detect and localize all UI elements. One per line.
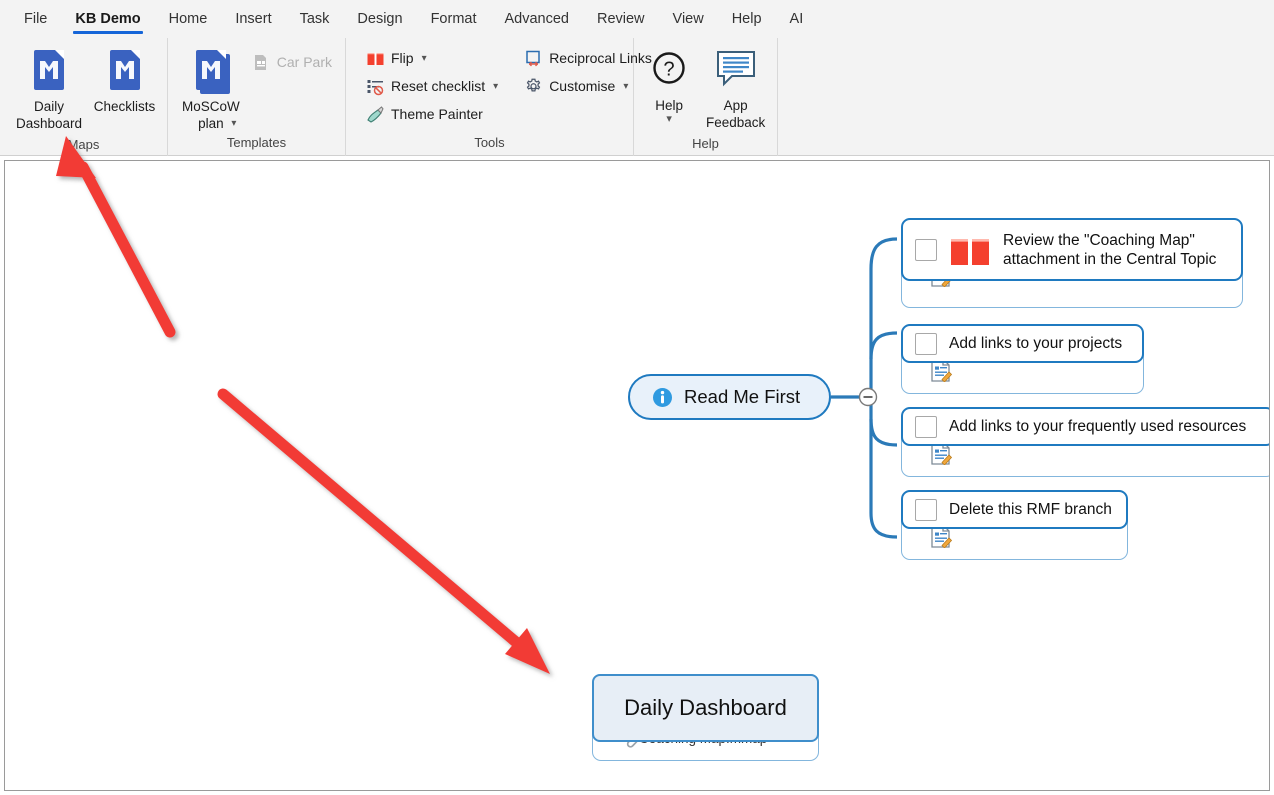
- tab-design[interactable]: Design: [343, 0, 416, 38]
- gear-icon: [524, 77, 543, 96]
- ribbon-tab-strip: File KB Demo Home Insert Task Design For…: [0, 0, 1274, 38]
- ribbon-group-help: ? Help ▾ App Feedback Help: [634, 38, 778, 156]
- mindmap-node-review-coaching-map[interactable]: Review the "Coaching Map" attachment in …: [901, 218, 1243, 308]
- open-book-icon: [949, 233, 991, 267]
- checkbox[interactable]: [915, 238, 937, 261]
- customise-label: Customise: [549, 78, 616, 94]
- reset-checklist-label: Reset checklist: [391, 78, 486, 94]
- branch-topic-label: Delete this RMF branch: [949, 501, 1112, 518]
- tab-file[interactable]: File: [10, 0, 61, 38]
- branch-topic[interactable]: Add links to your projects: [901, 324, 1144, 363]
- feedback-icon: [714, 48, 758, 93]
- branch-topic-label: Review the "Coaching Map" attachment in …: [1003, 231, 1217, 268]
- branch-topic[interactable]: Delete this RMF branch: [901, 490, 1128, 529]
- tab-label: Help: [731, 11, 762, 27]
- ribbon-group-label-templates: Templates: [226, 135, 287, 150]
- open-book-icon: [366, 49, 385, 68]
- map-document-icon: [28, 48, 70, 94]
- tab-label: AI: [789, 11, 804, 27]
- chevron-down-icon[interactable]: ▾: [666, 114, 672, 125]
- paintbrush-icon: [366, 105, 385, 124]
- mindmap-node-add-links-projects[interactable]: Add links to your projects: [901, 324, 1144, 394]
- tab-label: Advanced: [504, 11, 569, 27]
- tab-label: KB Demo: [75, 11, 141, 27]
- flip-label: Flip: [391, 50, 414, 66]
- tab-advanced[interactable]: Advanced: [490, 0, 583, 38]
- checklists-button[interactable]: Checklists: [92, 44, 157, 115]
- chevron-down-icon[interactable]: ▾: [231, 118, 236, 129]
- floating-topic[interactable]: Daily Dashboard: [592, 674, 819, 742]
- map-document-stack-icon: [190, 48, 232, 94]
- checkbox[interactable]: [915, 332, 937, 355]
- tab-label: Review: [596, 11, 645, 27]
- tab-label: Design: [357, 11, 403, 27]
- tab-label: Task: [299, 11, 330, 27]
- branch-topic-label: Add links to your projects: [949, 335, 1123, 352]
- application-window: File KB Demo Home Insert Task Design For…: [0, 0, 1274, 795]
- ribbon: Daily Dashboard Checklists Maps MoSCoW p…: [0, 38, 1274, 156]
- app-feedback-label: App Feedback: [705, 98, 766, 130]
- branch-topic-label: Add links to your frequently used resour…: [949, 418, 1247, 435]
- daily-dashboard-label: Daily Dashboard: [15, 99, 83, 131]
- mindmap-node-daily-dashboard[interactable]: Coaching Map.mmap Daily Dashboard: [592, 674, 819, 761]
- svg-text:?: ?: [664, 59, 675, 81]
- moscow-plan-button[interactable]: MoSCoW plan ▾: [182, 44, 240, 131]
- mindmap-node-read-me-first[interactable]: Read Me First: [628, 374, 831, 420]
- tab-label: Home: [168, 11, 208, 27]
- chevron-down-icon[interactable]: ▾: [422, 53, 427, 64]
- tab-view[interactable]: View: [659, 0, 718, 38]
- ribbon-group-label-tools: Tools: [474, 135, 505, 150]
- chevron-down-icon[interactable]: ▾: [493, 81, 498, 92]
- tab-label: Format: [430, 11, 477, 27]
- tab-review[interactable]: Review: [583, 0, 659, 38]
- chevron-down-icon[interactable]: ▾: [623, 81, 628, 92]
- mindmap-node-add-links-resources[interactable]: Add links to your frequently used resour…: [901, 407, 1269, 477]
- tab-task[interactable]: Task: [286, 0, 344, 38]
- ribbon-group-label-maps: Maps: [67, 137, 100, 152]
- tab-label: File: [24, 11, 48, 27]
- tab-label: Insert: [235, 11, 272, 27]
- tab-label: View: [672, 11, 704, 27]
- ribbon-group-tools: Flip ▾ Reciprocal Links Reset checklist …: [346, 38, 652, 156]
- flip-button[interactable]: Flip ▾: [360, 44, 504, 72]
- mindmap-node-delete-rmf-branch[interactable]: Delete this RMF branch: [901, 490, 1128, 560]
- question-circle-icon: ?: [649, 48, 689, 93]
- tab-kb-demo[interactable]: KB Demo: [61, 0, 154, 38]
- checkbox[interactable]: [915, 415, 937, 438]
- branch-topic[interactable]: Review the "Coaching Map" attachment in …: [901, 218, 1243, 281]
- info-icon: [652, 387, 673, 408]
- ribbon-group-filler: [778, 38, 1274, 156]
- central-topic-label: Read Me First: [684, 386, 801, 407]
- tab-ai[interactable]: AI: [776, 0, 818, 38]
- branch-topic[interactable]: Add links to your frequently used resour…: [901, 407, 1269, 446]
- tab-insert[interactable]: Insert: [221, 0, 285, 38]
- checkbox[interactable]: [915, 498, 937, 521]
- theme-painter-button[interactable]: Theme Painter: [360, 100, 504, 128]
- daily-dashboard-button[interactable]: Daily Dashboard: [10, 44, 88, 132]
- car-park-label: Car Park: [276, 54, 332, 70]
- app-feedback-button[interactable]: App Feedback: [704, 44, 767, 131]
- tab-home[interactable]: Home: [155, 0, 222, 38]
- tab-format[interactable]: Format: [417, 0, 491, 38]
- tab-help[interactable]: Help: [718, 0, 776, 38]
- ribbon-group-templates: MoSCoW plan ▾ Car Park Templates: [168, 38, 346, 156]
- car-park-button[interactable]: Car Park: [246, 48, 338, 76]
- reciprocal-links-icon: [524, 49, 543, 68]
- reset-checklist-icon: [366, 77, 385, 96]
- checklists-label: Checklists: [93, 99, 156, 114]
- floating-topic-label: Daily Dashboard: [624, 695, 787, 720]
- central-topic[interactable]: Read Me First: [628, 374, 831, 420]
- map-document-icon: [104, 48, 146, 94]
- ribbon-group-label-help: Help: [692, 136, 719, 151]
- help-label: Help: [655, 98, 683, 113]
- help-button[interactable]: ? Help ▾: [644, 44, 694, 125]
- mindmap-canvas[interactable]: Read Me First Review the "Coaching Map" …: [4, 160, 1270, 791]
- car-park-icon: [252, 53, 271, 72]
- ribbon-group-maps: Daily Dashboard Checklists Maps: [0, 38, 168, 156]
- theme-painter-label: Theme Painter: [391, 106, 483, 122]
- reset-checklist-button[interactable]: Reset checklist ▾: [360, 72, 504, 100]
